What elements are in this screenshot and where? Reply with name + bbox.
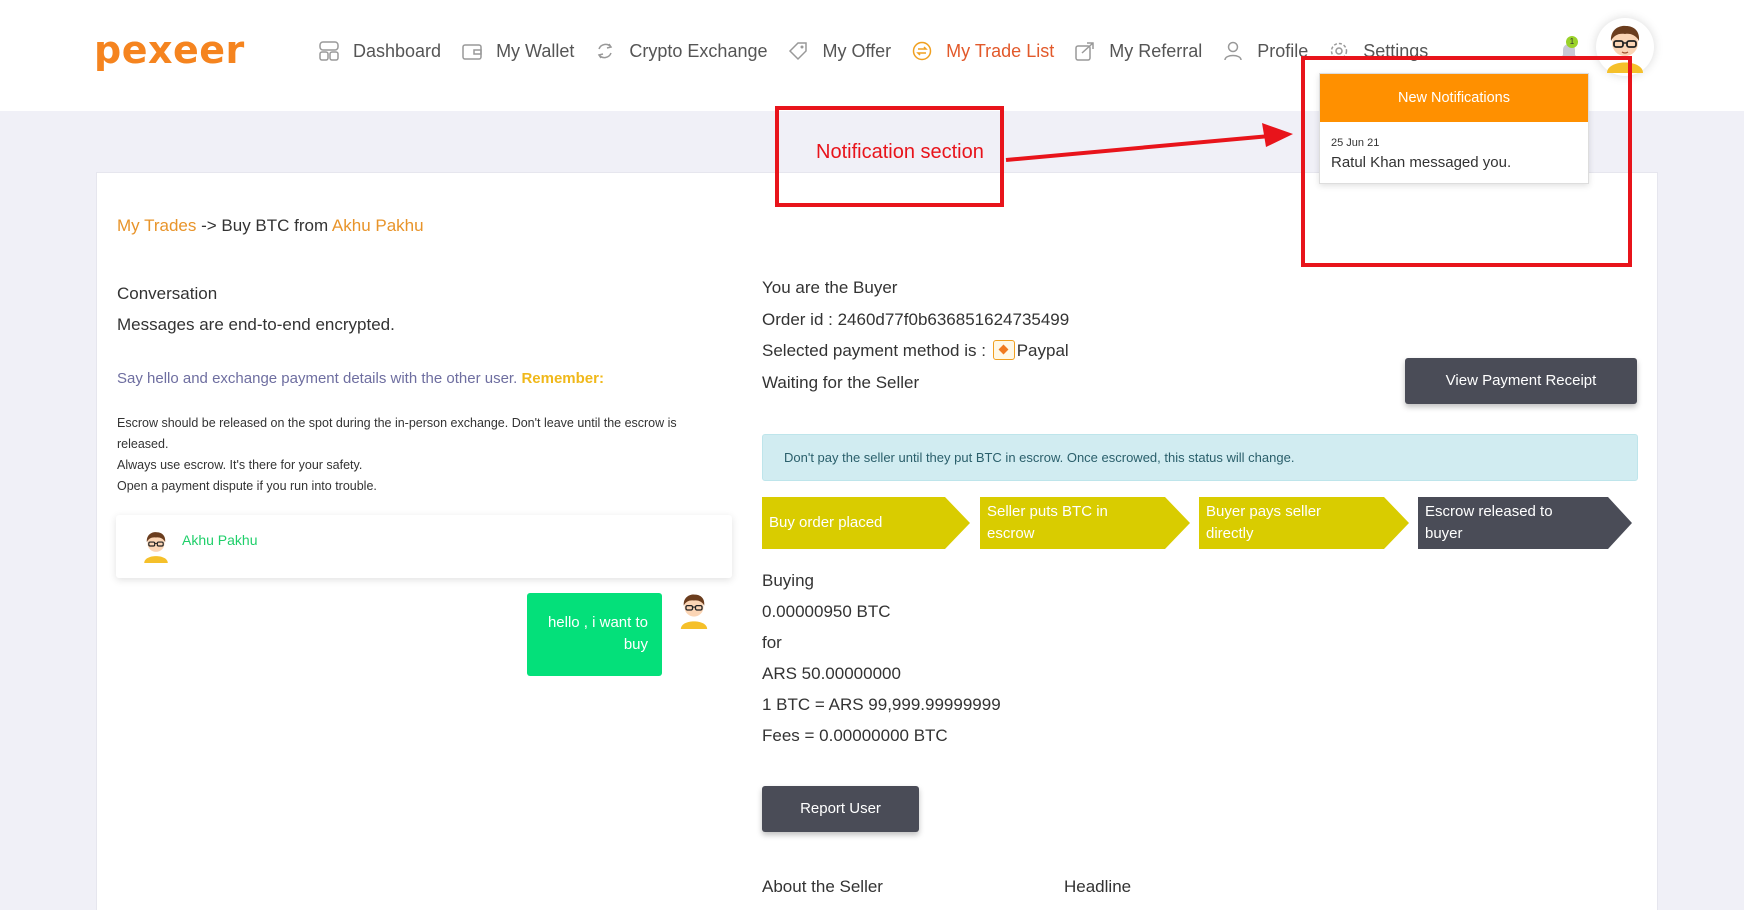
user-icon [1222,40,1244,62]
btc-amount: 0.00000950 BTC [762,602,891,621]
hello-text: Say hello and exchange payment details w… [117,370,518,387]
nav-my-offer[interactable]: My Offer [787,40,891,62]
breadcrumb-my-trades-link[interactable]: My Trades [117,216,196,235]
exchange-icon [594,40,616,62]
order-id: Order id : 2460d77f0b636851624735499 [762,309,1070,329]
step-seller-puts-btc: Seller puts BTC in escrow [980,497,1192,549]
step-label: Buyer pays seller directly [1206,503,1322,542]
notification-count-badge: 1 [1566,36,1578,48]
step-escrow-released: Escrow released to buyer [1418,497,1633,549]
breadcrumb: My Trades -> Buy BTC from Akhu Pakhu [117,216,424,236]
dashboard-icon [318,40,340,62]
about-seller-heading: About the Seller [762,877,883,896]
annotation-notification-box [1301,56,1632,267]
conversation-header: Conversation Messages are end-to-end enc… [117,278,395,340]
nav-my-offer-label: My Offer [822,40,892,61]
headline-heading: Headline [1064,877,1132,896]
referral-share-icon [1074,40,1096,62]
nav-profile[interactable]: Profile [1222,40,1308,62]
escrow-notes: Escrow should be released on the spot du… [117,413,717,497]
nav-dashboard[interactable]: Dashboard [318,40,441,62]
escrow-note: Open a payment dispute if you run into t… [117,479,377,493]
step-label: Buy order placed [769,514,883,531]
chat-message-bubble: hello , i want to buy [527,593,662,676]
exchange-rate: 1 BTC = ARS 99,999.99999999 [762,695,1001,714]
escrow-note: Always use escrow. It's there for your s… [117,458,363,472]
view-payment-receipt-button[interactable]: View Payment Receipt [1405,358,1637,404]
fiat-amount: ARS 50.00000000 [762,664,901,683]
breadcrumb-middle: -> Buy BTC from [196,216,332,235]
step-buyer-pays-seller: Buyer pays seller directly [1199,497,1411,549]
nav-my-trade-list-label: My Trade List [946,40,1055,61]
partner-avatar [144,532,168,563]
hello-instruction: Say hello and exchange payment details w… [117,370,604,387]
nav-my-wallet-label: My Wallet [496,40,575,61]
buying-label: Buying [762,571,814,590]
trade-progress-steps: Buy order placed Seller puts BTC in escr… [762,497,1652,549]
nav-crypto-exchange-label: Crypto Exchange [629,40,768,61]
nav-my-referral[interactable]: My Referral [1074,40,1202,62]
breadcrumb-seller-link[interactable]: Akhu Pakhu [332,216,424,235]
fees: Fees = 0.00000000 BTC [762,726,948,745]
sender-avatar [680,594,708,629]
main-nav: Dashboard My Wallet Crypto Exchange My O… [318,38,1448,64]
trade-amounts: Buying 0.00000950 BTC for ARS 50.0000000… [762,565,1001,751]
nav-crypto-exchange[interactable]: Crypto Exchange [594,40,767,62]
payment-method-value: Paypal [1016,341,1069,360]
annotation-label: Notification section [816,141,984,163]
order-status: Waiting for the Seller [762,372,920,392]
conversation-subtitle: Messages are end-to-end encrypted. [117,315,395,334]
nav-my-trade-list[interactable]: My Trade List [911,40,1054,62]
payment-method-label: Selected payment method is : [762,341,986,360]
trade-list-icon [911,40,933,62]
order-info: You are the Buyer Order id : 2460d77f0b6… [762,272,1069,398]
for-label: for [762,633,782,652]
step-label: Seller puts BTC in escrow [987,503,1108,542]
nav-dashboard-label: Dashboard [353,40,442,61]
escrow-note: Escrow should be released on the spot du… [117,416,677,451]
escrow-alert: Don't pay the seller until they put BTC … [762,434,1638,481]
partner-name[interactable]: Akhu Pakhu [182,532,258,548]
nav-my-wallet[interactable]: My Wallet [461,40,574,62]
wallet-icon [461,40,483,62]
paypal-icon [992,340,1015,360]
payment-method-row: Selected payment method is : Paypal [762,335,1069,367]
chat-partner-header: Akhu Pakhu [116,515,732,578]
buyer-role: You are the Buyer [762,278,898,297]
nav-my-referral-label: My Referral [1109,40,1203,61]
remember-label: Remember: [521,370,604,387]
offer-tag-icon [787,40,809,62]
step-buy-order-placed: Buy order placed [762,497,972,549]
step-label: Escrow released to buyer [1425,503,1553,542]
report-user-button[interactable]: Report User [762,786,919,832]
pexeer-logo[interactable]: pexeer [94,28,245,72]
conversation-title: Conversation [117,284,218,303]
